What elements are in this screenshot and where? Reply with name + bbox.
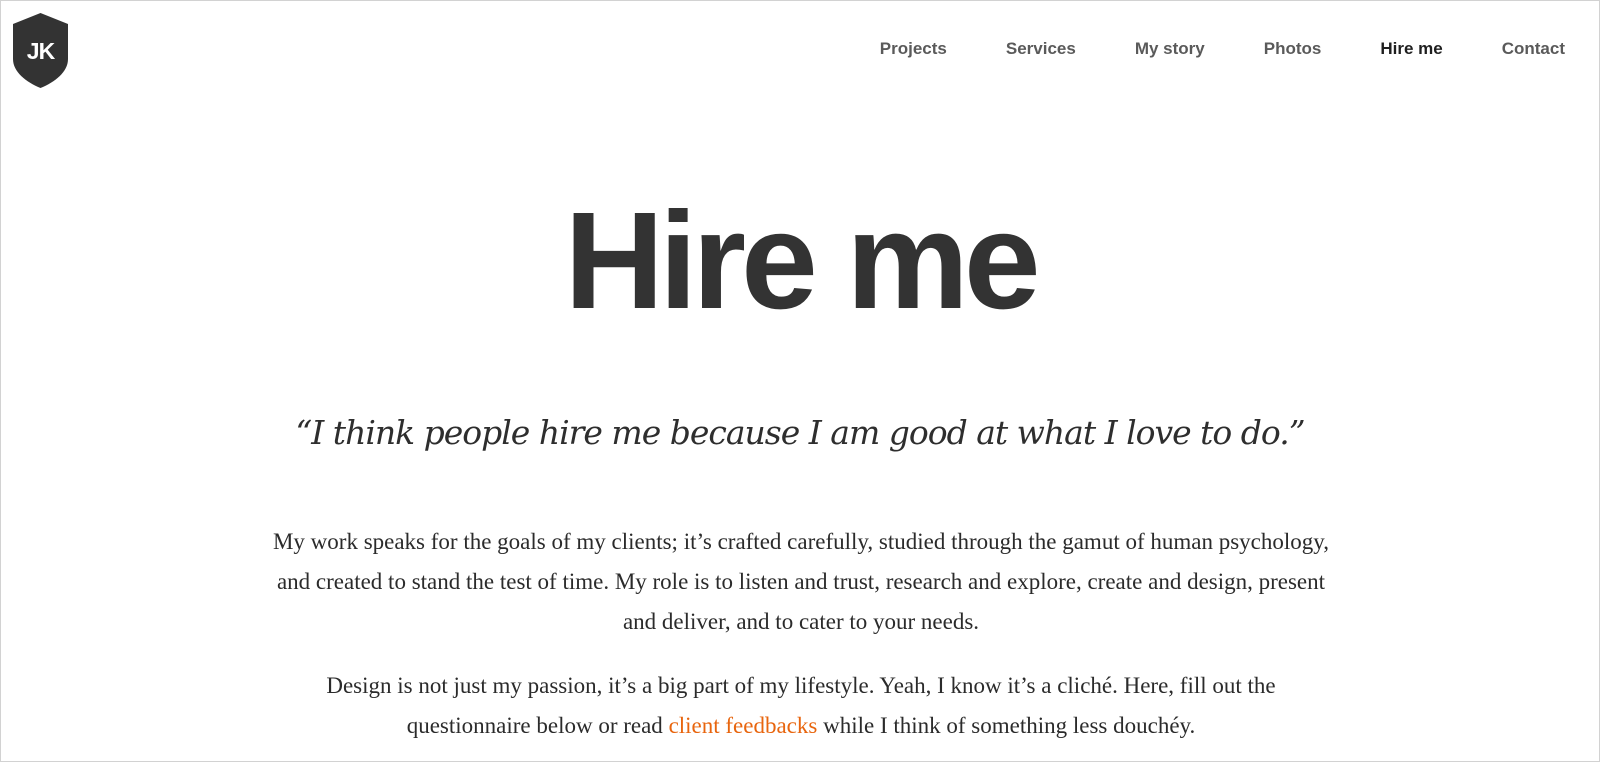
nav-item-contact[interactable]: Contact xyxy=(1502,38,1565,60)
intro-paragraph: My work speaks for the goals of my clien… xyxy=(272,529,1330,634)
main-nav: Projects Services My story Photos Hire m… xyxy=(880,38,1565,60)
nav-item-services[interactable]: Services xyxy=(1006,38,1076,60)
cta-paragraph: Design is not just my passion, it’s a bi… xyxy=(263,666,1339,746)
nav-item-photos[interactable]: Photos xyxy=(1264,38,1322,60)
nav-item-hire-me[interactable]: Hire me xyxy=(1380,38,1442,60)
client-feedbacks-link[interactable]: client feedbacks xyxy=(669,713,818,738)
logo-shield-icon[interactable]: JK xyxy=(11,12,70,89)
nav-item-projects[interactable]: Projects xyxy=(880,38,947,60)
cta-text-after: while I think of something less douchéy. xyxy=(817,713,1196,738)
page-title: Hire me xyxy=(564,184,1040,338)
nav-item-my-story[interactable]: My story xyxy=(1135,38,1205,60)
page-frame: JK Projects Services My story Photos Hir… xyxy=(0,0,1600,762)
logo-text: JK xyxy=(27,38,56,64)
pull-quote: “I think people hire me because I am goo… xyxy=(295,413,1305,452)
